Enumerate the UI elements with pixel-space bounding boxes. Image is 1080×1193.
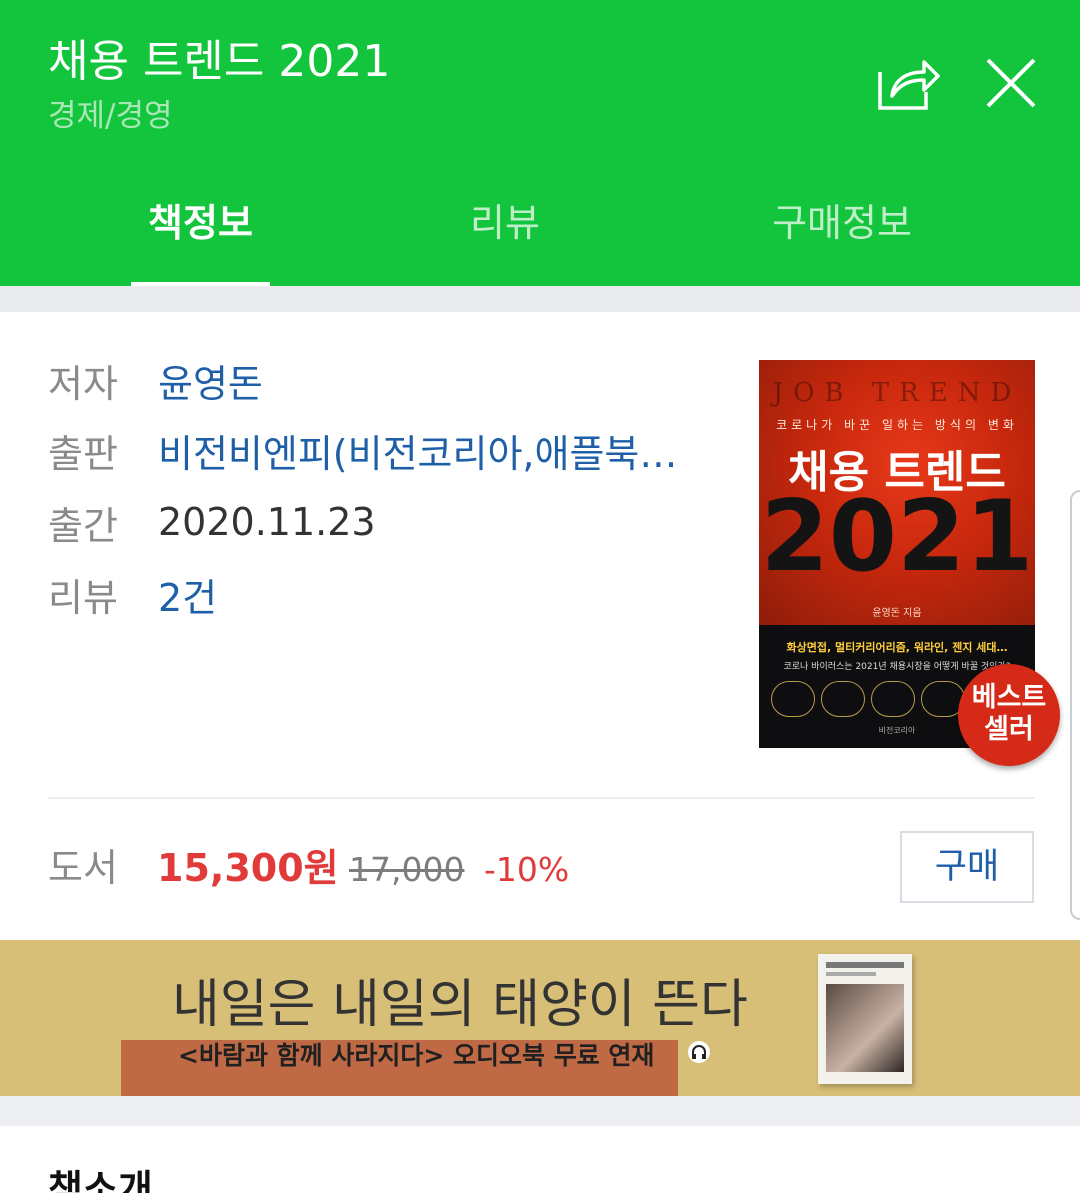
date-row: 출간 2020.11.23	[48, 492, 376, 552]
book-category: 경제/경영	[48, 98, 173, 134]
headphone-icon	[688, 1041, 710, 1063]
book-title: 채용 트렌드 2021	[48, 36, 391, 87]
share-icon	[878, 60, 940, 110]
tab-book-info[interactable]: 책정보	[131, 198, 270, 248]
cover-badges	[771, 681, 971, 717]
banner-book-photo	[826, 984, 904, 1072]
date-label: 출간	[48, 503, 118, 548]
publisher-link[interactable]: 비전비엔피(비전코리아,애플북…	[158, 423, 677, 478]
bestseller-badge: 베스트 셀러	[958, 664, 1060, 766]
author-label: 저자	[48, 361, 118, 406]
tab-purchase-info[interactable]: 구매정보	[752, 198, 932, 248]
publisher-row: 출판 비전비엔피(비전코리아,애플북…	[48, 420, 677, 480]
divider	[48, 797, 1034, 799]
section-gap	[0, 1096, 1080, 1126]
cover-laurel-badge	[771, 681, 815, 717]
close-button[interactable]	[984, 56, 1038, 110]
tab-reviews[interactable]: 리뷰	[440, 198, 570, 248]
cover-laurel-badge	[871, 681, 915, 717]
banner-book-image	[818, 954, 912, 1084]
author-link[interactable]: 윤영돈	[158, 353, 263, 408]
author-row: 저자 윤영돈	[48, 350, 263, 410]
price-label: 도서	[48, 846, 118, 890]
review-row: 리뷰 2건	[48, 564, 217, 624]
banner-book-title-line	[826, 962, 904, 968]
buy-button[interactable]: 구매	[900, 831, 1034, 903]
app-header: 채용 트렌드 2021 경제/경영	[0, 0, 1080, 168]
section-gap	[0, 286, 1080, 312]
book-intro-section: 책소개	[0, 1126, 1080, 1193]
share-button[interactable]	[876, 52, 942, 114]
cover-laurel-badge	[821, 681, 865, 717]
cover-series-text: JOB TREND	[772, 378, 1022, 408]
cover-author: 윤영돈 지음	[872, 608, 922, 619]
publish-date: 2020.11.23	[158, 500, 376, 544]
scroll-indicator[interactable]	[1070, 490, 1080, 920]
bestseller-line1: 베스트	[971, 682, 1047, 713]
banner-book-subtitle-line	[826, 972, 876, 976]
banner-title: 내일은 내일의 태양이 뜬다	[172, 975, 748, 1035]
bestseller-line2: 셀러	[984, 714, 1034, 745]
close-icon	[986, 58, 1036, 108]
publisher-label: 출판	[48, 431, 118, 476]
tab-bar: 책정보 리뷰 구매정보	[0, 168, 1080, 286]
cover-year: 2021	[760, 480, 1034, 594]
intro-heading: 책소개	[48, 1167, 153, 1193]
discount-rate: -10%	[484, 850, 570, 889]
promo-banner[interactable]: 내일은 내일의 태양이 뜬다 <바람과 함께 사라지다> 오디오북 무료 연재	[0, 940, 1080, 1096]
cover-tagline: 화상면접, 멀티커리어리즘, 워라인, 젠지 세대…	[786, 641, 1008, 654]
review-label: 리뷰	[48, 575, 118, 620]
original-price: 17,000	[349, 850, 465, 889]
review-count-link[interactable]: 2건	[158, 567, 217, 622]
banner-subtitle: <바람과 함께 사라지다> 오디오북 무료 연재	[178, 1041, 655, 1070]
sale-price: 15,300원	[157, 846, 339, 890]
cover-subtitle: 코로나가 바꾼 일하는 방식의 변화	[776, 418, 1018, 432]
